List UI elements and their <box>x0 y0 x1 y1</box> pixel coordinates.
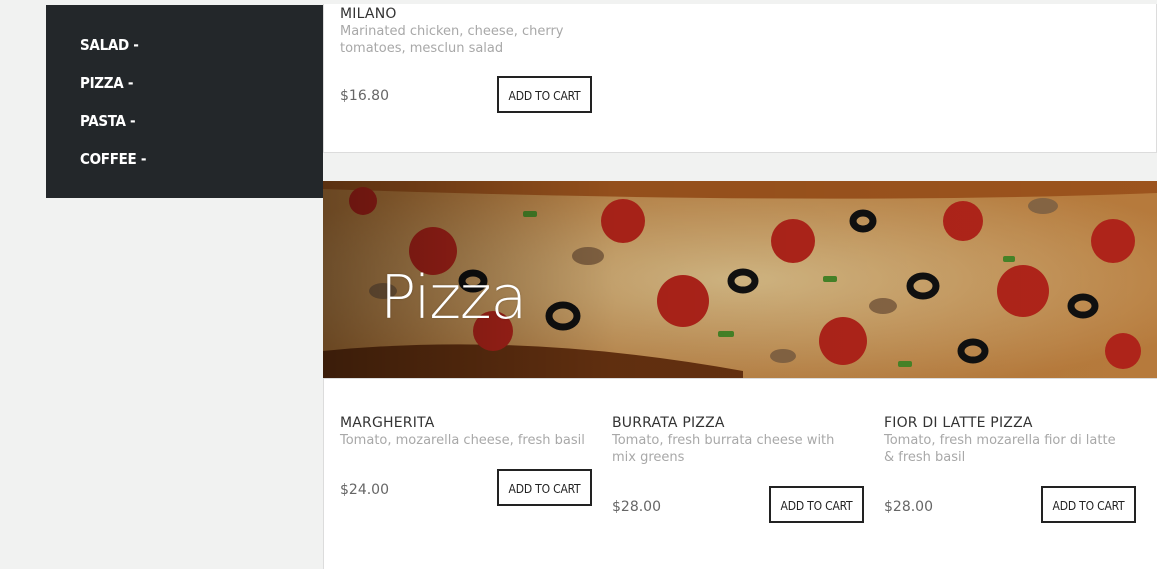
item-name: BURRATA PIZZA <box>612 415 725 431</box>
sidebar-item-salad[interactable]: SALAD - <box>80 35 323 73</box>
item-price: $28.00 <box>612 499 661 515</box>
menu-item-fior-di-latte-pizza: FIOR DI LATTE PIZZA Tomato, fresh mozare… <box>884 415 1124 466</box>
pizza-banner: Pizza <box>323 181 1157 378</box>
menu-item-margherita: MARGHERITA Tomato, mozarella cheese, fre… <box>340 415 585 449</box>
category-sidebar: SALAD - PIZZA - PASTA - COFFEE - <box>46 5 323 198</box>
item-description: Tomato, fresh burrata cheese with mix gr… <box>612 433 835 465</box>
item-description: Tomato, mozarella cheese, fresh basil <box>340 433 585 448</box>
add-to-cart-button[interactable]: ADD TO CART <box>497 76 592 113</box>
sidebar-item-pizza[interactable]: PIZZA - <box>80 73 323 111</box>
item-price: $16.80 <box>340 88 389 104</box>
item-description: Tomato, fresh mozarella fior di latte & … <box>884 433 1116 465</box>
item-name: FIOR DI LATTE PIZZA <box>884 415 1033 431</box>
item-name: MARGHERITA <box>340 415 435 431</box>
item-description: Marinated chicken, cheese, cherry tomato… <box>340 24 564 56</box>
menu-item-milano: MILANO Marinated chicken, cheese, cherry… <box>340 6 580 57</box>
menu-item-burrata-pizza: BURRATA PIZZA Tomato, fresh burrata chee… <box>612 415 857 466</box>
sidebar-item-coffee[interactable]: COFFEE - <box>80 149 323 187</box>
item-price: $24.00 <box>340 482 389 498</box>
item-price: $28.00 <box>884 499 933 515</box>
pizza-items-panel: MARGHERITA Tomato, mozarella cheese, fre… <box>323 378 1157 569</box>
section-title-pizza: Pizza <box>380 263 527 333</box>
item-name: MILANO <box>340 6 397 22</box>
sidebar-item-pasta[interactable]: PASTA - <box>80 111 323 149</box>
add-to-cart-button[interactable]: ADD TO CART <box>497 469 592 506</box>
add-to-cart-button[interactable]: ADD TO CART <box>769 486 864 523</box>
salad-items-panel: MILANO Marinated chicken, cheese, cherry… <box>323 4 1157 153</box>
add-to-cart-button[interactable]: ADD TO CART <box>1041 486 1136 523</box>
